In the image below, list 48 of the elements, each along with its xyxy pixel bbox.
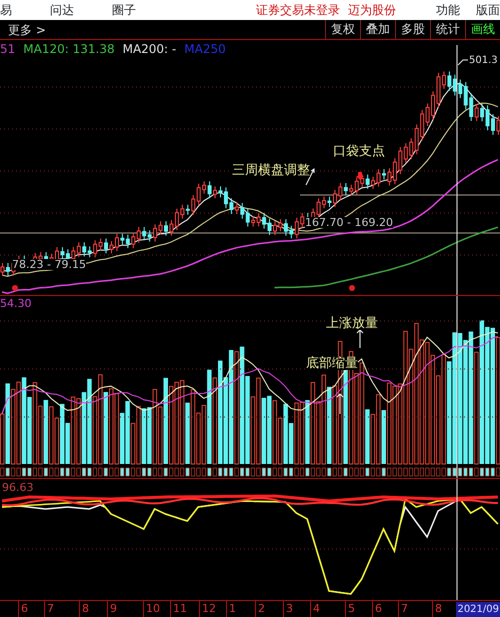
leader-line: [458, 60, 468, 66]
toolbar-tab[interactable]: 多股: [395, 20, 430, 39]
volume-scale-label: 54.30: [0, 298, 32, 309]
axis-month-label: 5: [345, 600, 355, 617]
chart-annotation: 底部缩量: [306, 357, 358, 370]
toolbar-tab[interactable]: 统计: [430, 20, 465, 39]
menu-item[interactable]: 版面: [476, 1, 500, 19]
axis-month-label: 12: [199, 600, 216, 617]
chart-annotation: 口袋支点: [333, 145, 385, 158]
cursor-date-label: 2021/09: [456, 602, 500, 616]
menu-item[interactable]: 易: [0, 1, 12, 19]
toolbar-tab[interactable]: 叠加: [360, 20, 395, 39]
axis-month-label: 2: [255, 600, 265, 617]
price-range-label: 78.23 - 79.15: [12, 259, 86, 270]
login-status: 证券交易未登录: [256, 2, 340, 19]
axis-month-label: 6: [18, 600, 28, 617]
price-range-label: 167.70 - 169.20: [305, 217, 393, 228]
chart-annotation: 三周横盘调整: [232, 164, 310, 177]
axis-month-label: 11: [170, 600, 187, 617]
ma-legend-label: 51: [0, 43, 16, 55]
ma-legend-label: MA250: [184, 43, 226, 55]
menu-item[interactable]: 圈子: [98, 1, 136, 19]
menu-item[interactable]: 问达: [36, 1, 74, 19]
axis-month-label: 4: [310, 600, 320, 617]
price-label: 501.3: [469, 56, 498, 66]
axis-month-label: 8: [79, 600, 89, 617]
indicator-scale-label: 96.63: [2, 482, 34, 493]
arrow-icon: [336, 393, 344, 414]
toolbar-tab[interactable]: 复权: [325, 20, 360, 39]
axis-month-label: 8: [432, 600, 442, 617]
axis-month-label: 1: [226, 600, 236, 617]
axis-month-label: 7: [398, 600, 408, 617]
arrow-icon: [356, 329, 364, 348]
signal-marker-icon: [12, 285, 18, 291]
arrow-icon: [356, 172, 364, 180]
ma-legend-label: MA200: -: [122, 43, 176, 55]
axis-month-label: 3: [283, 600, 293, 617]
menu-item[interactable]: 功能: [436, 1, 460, 19]
stock-name: 迈为股份: [348, 2, 396, 19]
axis-month-label: 7: [44, 600, 54, 617]
axis-month-label: 9: [107, 600, 117, 617]
ma-legend-label: MA120: 131.38: [23, 43, 115, 55]
more-link[interactable]: 更多 >: [0, 20, 46, 38]
axis-month-label: 6: [372, 600, 382, 617]
axis-month-label: 10: [143, 600, 160, 617]
chart-annotation: 上涨放量: [326, 317, 378, 330]
toolbar-tab[interactable]: 画线: [465, 20, 500, 39]
signal-marker-icon: [349, 285, 355, 291]
